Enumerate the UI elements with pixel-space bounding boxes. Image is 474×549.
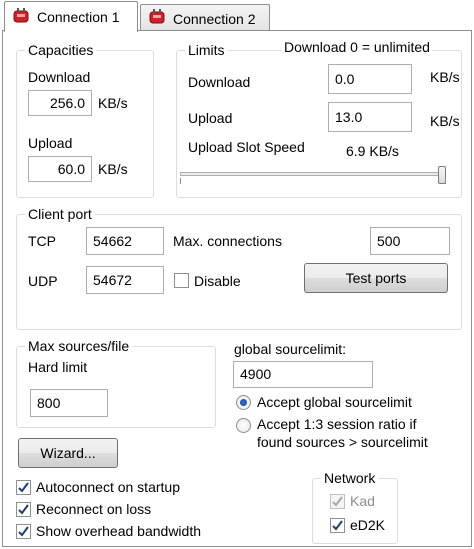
download-capacity-field[interactable]: 256.0 <box>28 90 92 116</box>
slider-track <box>180 172 446 176</box>
max-connections-label: Max. connections <box>173 233 282 249</box>
autoconnect-label: Autoconnect on startup <box>36 479 180 495</box>
accept-global-sourcelimit-label: Accept global sourcelimit <box>257 394 412 410</box>
reconnect-checkbox[interactable] <box>16 502 31 517</box>
kad-label: Kad <box>350 493 375 509</box>
udp-port-field[interactable]: 54672 <box>86 266 164 294</box>
accept-session-ratio-label-line1: Accept 1:3 session ratio if <box>257 416 417 432</box>
group-title: Network <box>321 469 379 487</box>
tab-connection-1[interactable]: Connection 1 <box>4 1 138 32</box>
upload-limit-unit: KB/s <box>430 113 460 129</box>
radio-selected-dot <box>240 399 247 406</box>
hard-limit-label: Hard limit <box>28 359 88 375</box>
ed2k-label: eD2K <box>350 517 386 533</box>
slider-tick <box>180 178 181 184</box>
upload-limit-field[interactable]: 13.0 <box>328 102 412 132</box>
download-limit-label: Download <box>188 74 251 90</box>
group-title: Capacities <box>25 41 97 59</box>
udp-label: UDP <box>28 273 58 289</box>
checkmark-icon <box>332 520 343 531</box>
accept-global-sourcelimit-radio[interactable] <box>236 395 251 410</box>
tcp-port-field[interactable]: 54662 <box>86 227 164 255</box>
download-capacity-unit: KB/s <box>98 95 128 111</box>
download-limit-field[interactable]: 0.0 <box>328 64 412 94</box>
tab-connection-2[interactable]: Connection 2 <box>140 4 270 32</box>
group-title: Limits <box>185 41 228 59</box>
test-ports-button[interactable]: Test ports <box>304 263 448 293</box>
show-overhead-checkbox[interactable] <box>16 524 31 539</box>
red-plug-icon <box>11 6 31 29</box>
ed2k-checkbox[interactable] <box>330 518 345 533</box>
upload-capacity-label: Upload <box>28 135 73 151</box>
accept-session-ratio-radio[interactable] <box>236 418 251 433</box>
checkmark-icon <box>18 482 29 493</box>
upload-limit-label: Upload <box>188 110 233 126</box>
network-group: Network <box>312 469 398 544</box>
checkmark-icon <box>18 504 29 515</box>
disable-udp-label: Disable <box>194 273 241 289</box>
group-title: Max sources/file <box>25 337 133 355</box>
reconnect-label: Reconnect on loss <box>36 501 152 517</box>
max-connections-field[interactable]: 500 <box>370 227 450 255</box>
slot-speed-label: Upload Slot Speed <box>188 139 305 155</box>
disable-udp-checkbox[interactable] <box>174 273 189 288</box>
checkmark-icon <box>332 496 343 507</box>
checkmark-icon <box>18 526 29 537</box>
global-sourcelimit-field[interactable]: 4900 <box>233 361 373 388</box>
wizard-button[interactable]: Wizard... <box>18 438 118 468</box>
upload-capacity-field[interactable]: 60.0 <box>28 156 92 182</box>
autoconnect-checkbox[interactable] <box>16 480 31 495</box>
slider-tick <box>445 178 446 184</box>
accept-session-ratio-label-line2: found sources > sourcelimit <box>257 434 428 450</box>
tab-label: Connection 2 <box>173 10 256 27</box>
download-limit-unit: KB/s <box>430 69 460 85</box>
upload-capacity-unit: KB/s <box>98 161 128 177</box>
show-overhead-label: Show overhead bandwidth <box>36 523 202 539</box>
upload-slot-speed-slider[interactable] <box>180 166 446 186</box>
unlimited-note: Download 0 = unlimited <box>282 38 432 56</box>
tab-label: Connection 1 <box>37 9 120 25</box>
group-title: Client port <box>25 205 95 223</box>
tcp-label: TCP <box>28 233 56 249</box>
download-capacity-label: Download <box>28 69 91 85</box>
red-plug-icon <box>147 7 167 30</box>
hard-limit-field[interactable]: 800 <box>30 389 108 417</box>
global-sourcelimit-label: global sourcelimit: <box>234 341 347 357</box>
kad-checkbox[interactable] <box>330 494 345 509</box>
slot-speed-value: 6.9 KB/s <box>346 143 399 159</box>
